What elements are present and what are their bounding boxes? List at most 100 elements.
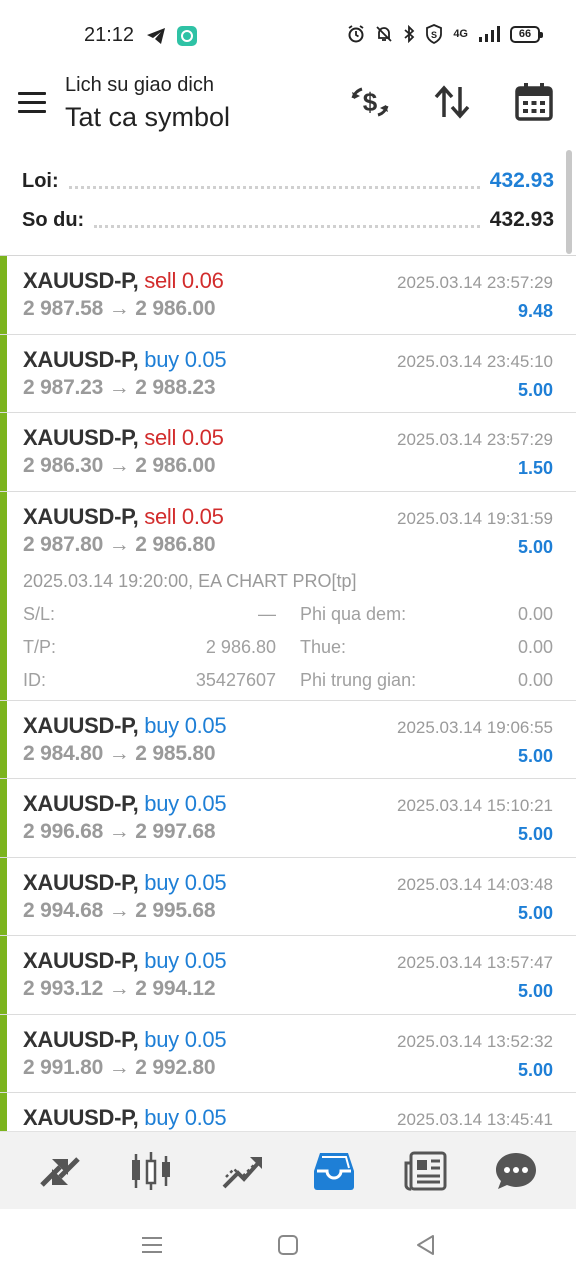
arrow-icon: →: [108, 820, 130, 843]
deal-volume: 0.05: [181, 425, 224, 450]
chart-icon[interactable]: [126, 1146, 176, 1196]
arrow-icon: →: [108, 977, 130, 1000]
deal-row[interactable]: XAUUSD-P, sell 0.06 2025.03.14 23:57:29 2 …: [0, 256, 576, 335]
close-price: 2 986.80: [135, 532, 216, 556]
bluetooth-icon: [404, 25, 415, 43]
deal-profit: 5.00: [517, 379, 553, 400]
telegram-icon: [147, 28, 165, 44]
commission-value: 0.00: [517, 669, 553, 690]
deal-profit: 5.00: [517, 981, 553, 1001]
deal-row[interactable]: XAUUSD-P, buy 0.05 2025.03.14 13:57:47 2 9…: [0, 936, 576, 1015]
open-info: 2025.03.14 19:20:00, EA CHART PRO[tp]: [23, 570, 357, 591]
deal-side: buy: [144, 1026, 179, 1052]
balance-row: So du: 432.93: [22, 205, 554, 235]
deal-symbol: XAUUSD-P,: [23, 791, 139, 816]
mute-icon: [376, 26, 392, 42]
tp-label: T/P:: [23, 636, 57, 657]
open-price: 2 987.58: [23, 297, 104, 320]
deal-row[interactable]: XAUUSD-P, buy 0.05 2025.03.14 15:10:21 2 9…: [0, 779, 576, 858]
home-icon[interactable]: [276, 1233, 300, 1257]
page-title[interactable]: Tat ca symbol: [65, 102, 230, 133]
deal-side: sell: [144, 268, 177, 293]
open-price: 2 986.30: [23, 454, 104, 477]
scrollbar[interactable]: [566, 150, 572, 254]
deal-prices: 2 986.30 → 2 986.00: [23, 454, 216, 478]
calendar-icon[interactable]: [514, 82, 554, 122]
balance-value: 432.93: [489, 208, 554, 231]
profit-row: Loi: 432.93: [22, 166, 554, 196]
deal-title: XAUUSD-P, buy 0.05: [23, 712, 227, 739]
deal-profit: 5.00: [517, 1059, 553, 1080]
currency-exchange-icon[interactable]: $: [350, 82, 390, 122]
swap-label: Phi qua dem:: [300, 603, 407, 624]
profit-label: Loi:: [22, 169, 59, 192]
deal-prices: 2 987.80 → 2 986.80: [23, 532, 216, 557]
profit-value: 432.93: [489, 169, 554, 192]
deal-time: 2025.03.14 13:57:47: [397, 953, 553, 972]
history-icon[interactable]: [309, 1146, 359, 1196]
sort-icon[interactable]: [432, 82, 472, 122]
deal-prices: 2 993.12 → 2 994.12: [23, 977, 216, 1001]
header-subtitle: Lich su giao dich: [65, 74, 214, 96]
deal-row[interactable]: XAUUSD-P, buy 0.05 2025.03.14 13:45:41: [0, 1093, 576, 1131]
deal-list[interactable]: XAUUSD-P, sell 0.06 2025.03.14 23:57:29 2 …: [0, 256, 576, 1131]
deal-time: 2025.03.14 19:31:59: [397, 508, 553, 528]
commission-label: Phi trung gian:: [300, 669, 417, 690]
deal-title: XAUUSD-P, sell 0.05: [23, 425, 224, 451]
deal-prices: 2 996.68 → 2 997.68: [23, 820, 216, 844]
id-value: 35427607: [195, 669, 276, 690]
deal-symbol: XAUUSD-P,: [23, 425, 139, 450]
profit-indicator-bar: [0, 700, 7, 778]
arrow-icon: →: [108, 454, 130, 477]
deal-volume: 0.05: [184, 791, 227, 816]
deal-row[interactable]: XAUUSD-P, sell 0.05 2025.03.14 19:31:59 2 …: [0, 491, 576, 701]
close-price: 2 997.68: [135, 820, 216, 843]
menu-icon[interactable]: [18, 92, 46, 114]
deal-row[interactable]: XAUUSD-P, buy 0.05 2025.03.14 13:52:32 2 9…: [0, 1014, 576, 1093]
deal-volume: 0.06: [181, 268, 224, 293]
deal-volume: 0.05: [184, 1026, 227, 1052]
profit-indicator-bar: [0, 1014, 7, 1092]
deal-side: sell: [144, 425, 177, 450]
deal-row[interactable]: XAUUSD-P, buy 0.05 2025.03.14 14:03:48 2 9…: [0, 857, 576, 936]
deal-profit: 5.00: [517, 902, 553, 923]
profit-indicator-bar: [0, 779, 7, 857]
deal-profit: 5.00: [517, 536, 553, 557]
trade-icon[interactable]: [217, 1146, 267, 1196]
close-price: 2 985.80: [135, 741, 216, 765]
messages-icon[interactable]: [491, 1146, 541, 1196]
deal-prices: 2 987.58 → 2 986.00: [23, 297, 216, 321]
recents-icon[interactable]: [140, 1233, 164, 1257]
deal-row[interactable]: XAUUSD-P, buy 0.05 2025.03.14 23:45:10 2 9…: [0, 334, 576, 413]
tax-value: 0.00: [517, 636, 553, 657]
deal-symbol: XAUUSD-P,: [23, 268, 139, 293]
deal-symbol: XAUUSD-P,: [23, 712, 139, 738]
news-icon[interactable]: [400, 1146, 450, 1196]
deal-profit: 9.48: [517, 301, 553, 321]
deal-side: buy: [144, 791, 179, 816]
close-price: 2 994.12: [135, 977, 216, 1000]
alarm-icon: [348, 25, 364, 43]
quotes-icon[interactable]: [35, 1146, 85, 1196]
deal-side: buy: [144, 1105, 179, 1130]
profit-indicator-bar: [0, 334, 7, 412]
deal-time: 2025.03.14 23:57:29: [397, 430, 553, 449]
arrow-icon: →: [108, 297, 130, 320]
deal-title: XAUUSD-P, sell 0.05: [23, 504, 224, 530]
arrow-icon: →: [108, 898, 130, 922]
open-price: 2 991.80: [23, 1055, 104, 1079]
back-icon[interactable]: [414, 1233, 438, 1257]
account-summary: Loi: 432.93 So du: 432.93: [0, 152, 576, 256]
deal-prices: 2 984.80 → 2 985.80: [23, 741, 216, 766]
svg-text:$: $: [363, 87, 378, 117]
4g-signal-icon: 4G: [453, 28, 468, 40]
deal-row[interactable]: XAUUSD-P, sell 0.05 2025.03.14 23:57:29 2 …: [0, 413, 576, 492]
arrow-icon: →: [108, 532, 130, 556]
svg-text:S: S: [431, 30, 437, 40]
deal-row[interactable]: XAUUSD-P, buy 0.05 2025.03.14 19:06:55 2 9…: [0, 700, 576, 779]
id-label: ID:: [23, 669, 47, 690]
deal-symbol: XAUUSD-P,: [23, 346, 139, 372]
deal-side: buy: [144, 712, 179, 738]
deal-symbol: XAUUSD-P,: [23, 1105, 139, 1130]
tax-label: Thue:: [300, 636, 347, 657]
